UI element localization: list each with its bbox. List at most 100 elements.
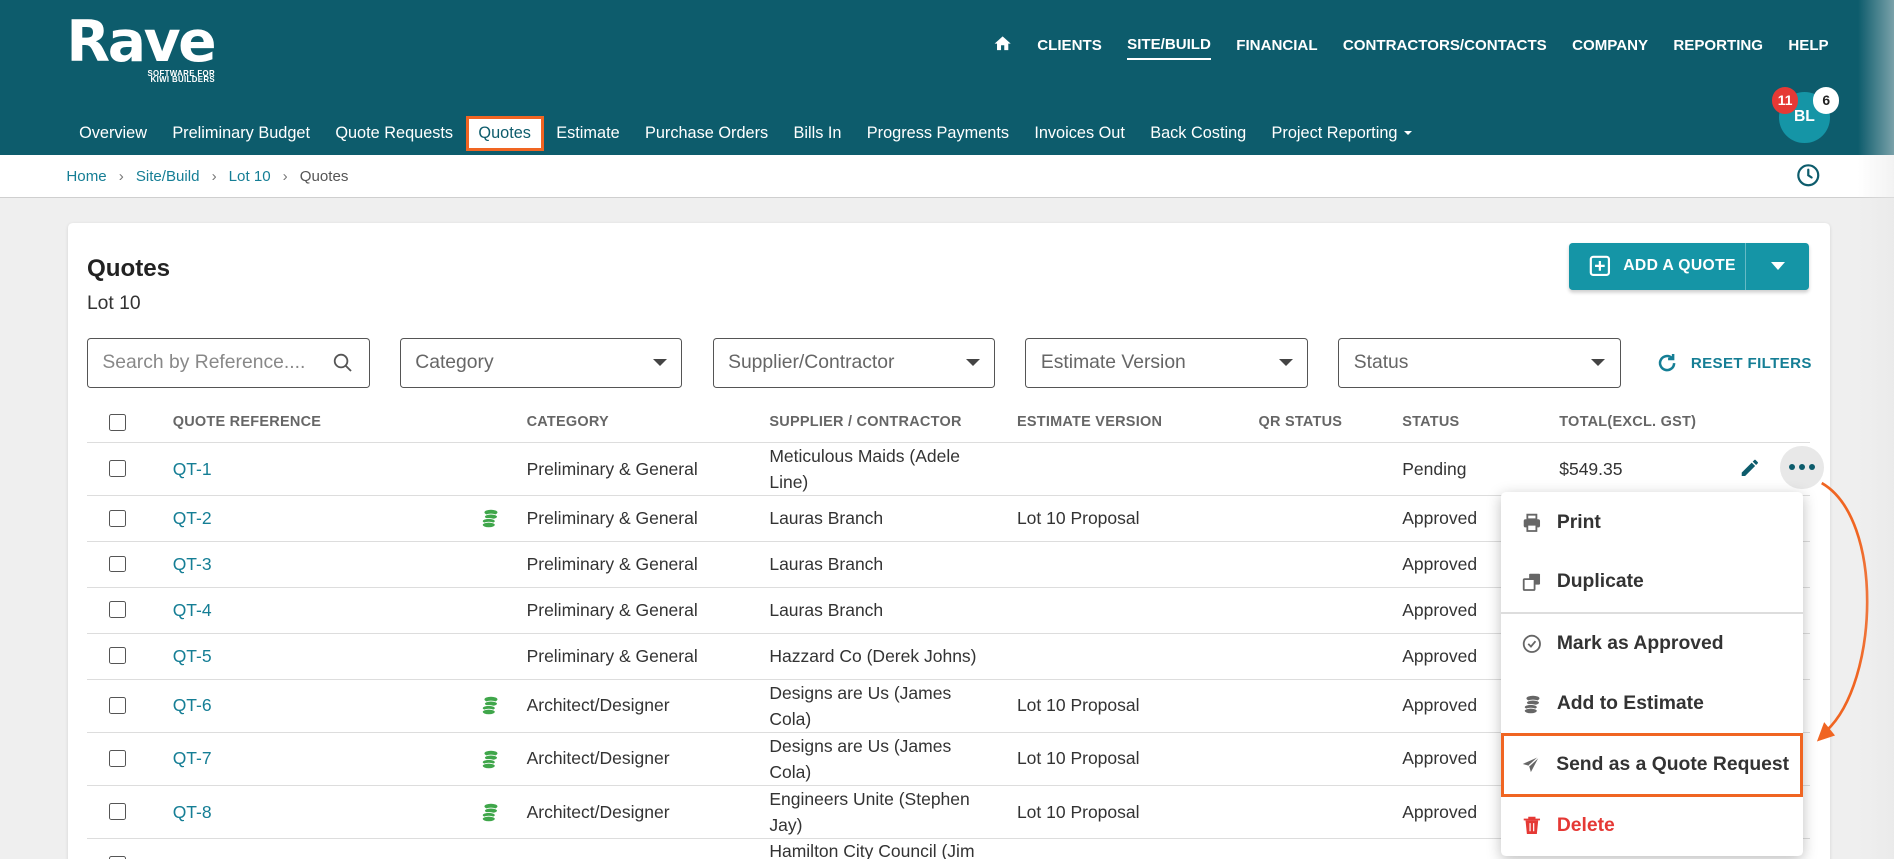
tab-overview[interactable]: Overview <box>66 116 159 151</box>
project-subnav: Overview Preliminary Budget Quote Reques… <box>66 115 1424 151</box>
supplier-cell: Hazzard Co (Derek Johns) <box>769 645 977 666</box>
quote-reference-link[interactable]: QT-5 <box>173 644 212 669</box>
category-cell: Preliminary & General <box>526 553 698 574</box>
history-clock-icon[interactable] <box>1795 162 1822 189</box>
reset-filters-label: RESET FILTERS <box>1690 355 1812 373</box>
supplier-filter[interactable]: Supplier/Contractor <box>712 338 996 388</box>
category-cell: Architect/Designer <box>526 695 670 716</box>
supplier-cell: Lauras Branch <box>769 599 884 620</box>
home-icon[interactable] <box>993 34 1012 62</box>
dot-icon <box>1798 464 1806 471</box>
nav-reporting[interactable]: REPORTING <box>1673 37 1763 59</box>
row-checkbox[interactable] <box>108 696 126 714</box>
row-checkbox[interactable] <box>108 647 126 665</box>
status-cell: Approved <box>1402 801 1478 822</box>
nav-contractors-contacts[interactable]: CONTRACTORS/CONTACTS <box>1343 37 1547 59</box>
quote-reference-link[interactable]: QT-2 <box>173 506 212 531</box>
row-checkbox[interactable] <box>108 460 126 478</box>
edit-pencil-icon[interactable] <box>1739 457 1761 479</box>
category-cell: Architect/Designer <box>526 801 670 822</box>
row-checkbox[interactable] <box>108 509 126 527</box>
refresh-icon <box>1658 354 1676 372</box>
more-actions-button[interactable] <box>1780 445 1824 490</box>
reset-filters-button[interactable]: RESET FILTERS <box>1655 351 1812 375</box>
nav-company[interactable]: COMPANY <box>1572 37 1648 59</box>
menu-duplicate-label: Duplicate <box>1556 571 1644 593</box>
top-nav: CLIENTS SITE/BUILD FINANCIAL CONTRACTORS… <box>993 34 1829 62</box>
category-cell: Preliminary & General <box>526 645 698 666</box>
category-cell: Preliminary & General <box>526 599 698 620</box>
total-cell: $549.35 <box>1559 458 1623 479</box>
category-filter[interactable]: Category <box>399 338 683 388</box>
col-total[interactable]: TOTAL(EXCL. GST) <box>1559 414 1696 430</box>
select-all-checkbox[interactable] <box>108 414 126 432</box>
notification-badge[interactable]: 11 <box>1771 86 1799 114</box>
row-actions-menu: Print Duplicate Mark as Approved Add to … <box>1501 491 1804 857</box>
menu-send-quote-request[interactable]: Send as a Quote Request <box>1501 733 1804 798</box>
menu-print[interactable]: Print <box>1501 493 1803 553</box>
tab-invoices-out[interactable]: Invoices Out <box>1022 116 1138 151</box>
col-quote-reference[interactable]: QUOTE REFERENCE <box>173 414 321 430</box>
status-cell: Approved <box>1402 553 1478 574</box>
status-cell: Approved <box>1402 748 1478 769</box>
col-estimate-version[interactable]: ESTIMATE VERSION <box>1017 414 1162 430</box>
menu-add-to-estimate[interactable]: Add to Estimate <box>1501 674 1803 734</box>
estimate-coins-icon <box>482 750 499 769</box>
status-filter[interactable]: Status <box>1338 338 1621 388</box>
status-cell: Pending <box>1402 458 1467 479</box>
breadcrumb-lot[interactable]: Lot 10 <box>229 168 271 185</box>
search-input[interactable]: Search by Reference.... <box>86 338 370 388</box>
tab-back-costing[interactable]: Back Costing <box>1138 116 1259 151</box>
estimate-version-cell: Lot 10 Proposal <box>1016 508 1140 529</box>
add-quote-button[interactable]: ADD A QUOTE <box>1569 242 1747 290</box>
tab-progress-payments[interactable]: Progress Payments <box>854 116 1022 151</box>
row-checkbox[interactable] <box>108 750 126 767</box>
nav-financial[interactable]: FINANCIAL <box>1236 37 1317 59</box>
menu-mark-approved[interactable]: Mark as Approved <box>1501 614 1803 674</box>
check-circle-icon <box>1522 634 1541 653</box>
quote-reference-link[interactable]: QT-4 <box>173 598 212 623</box>
printer-icon <box>1523 513 1540 533</box>
col-status[interactable]: STATUS <box>1402 414 1459 430</box>
col-category[interactable]: CATEGORY <box>527 414 609 430</box>
tab-purchase-orders[interactable]: Purchase Orders <box>632 116 781 151</box>
quote-reference-link[interactable]: QT-8 <box>173 800 212 825</box>
breadcrumb-home[interactable]: Home <box>66 168 106 185</box>
row-checkbox[interactable] <box>108 601 126 619</box>
supplier-cell: Hamilton City Council (Jim <box>769 841 975 859</box>
row-checkbox[interactable] <box>108 803 126 821</box>
supplier-cell-cont: Cola) <box>769 761 812 782</box>
tab-project-reporting[interactable]: Project Reporting <box>1259 116 1424 151</box>
row-checkbox[interactable] <box>108 856 126 859</box>
quote-reference-link[interactable]: QT-7 <box>173 746 212 771</box>
breadcrumb-separator: › <box>282 167 288 185</box>
nav-help[interactable]: HELP <box>1788 37 1828 59</box>
message-badge[interactable]: 6 <box>1812 86 1840 114</box>
quote-reference-link[interactable]: QT-3 <box>173 552 212 577</box>
menu-print-label: Print <box>1556 511 1601 533</box>
dropdown-caret-icon <box>965 359 980 367</box>
tab-quotes[interactable]: Quotes <box>465 115 544 151</box>
table-row[interactable]: QT-1 Preliminary & General Meticulous Ma… <box>86 443 1824 497</box>
row-checkbox[interactable] <box>108 555 126 573</box>
estimate-version-filter[interactable]: Estimate Version <box>1025 338 1309 388</box>
col-supplier[interactable]: SUPPLIER / CONTRACTOR <box>769 414 961 430</box>
menu-mark-approved-label: Mark as Approved <box>1556 632 1724 654</box>
col-qr-status[interactable]: QR STATUS <box>1259 414 1343 430</box>
tab-bills-in[interactable]: Bills In <box>781 116 854 151</box>
tab-preliminary-budget[interactable]: Preliminary Budget <box>160 116 323 151</box>
nav-clients[interactable]: CLIENTS <box>1037 37 1102 59</box>
quote-reference-link[interactable]: QT-1 <box>173 457 212 482</box>
breadcrumb-site-build[interactable]: Site/Build <box>136 168 200 185</box>
menu-add-to-estimate-label: Add to Estimate <box>1556 693 1704 715</box>
tab-quote-requests[interactable]: Quote Requests <box>323 116 466 151</box>
rave-logo[interactable]: Rave SOFTWARE FOR KIWI BUILDERS <box>66 12 216 84</box>
quote-reference-link[interactable]: QT-6 <box>173 693 212 718</box>
menu-delete-label: Delete <box>1556 815 1615 837</box>
nav-site-build[interactable]: SITE/BUILD <box>1127 36 1211 60</box>
dropdown-caret-icon <box>1278 359 1293 367</box>
add-quote-dropdown[interactable] <box>1746 243 1809 290</box>
tab-estimate[interactable]: Estimate <box>544 116 633 151</box>
menu-duplicate[interactable]: Duplicate <box>1501 552 1803 612</box>
menu-delete[interactable]: Delete <box>1501 796 1803 856</box>
